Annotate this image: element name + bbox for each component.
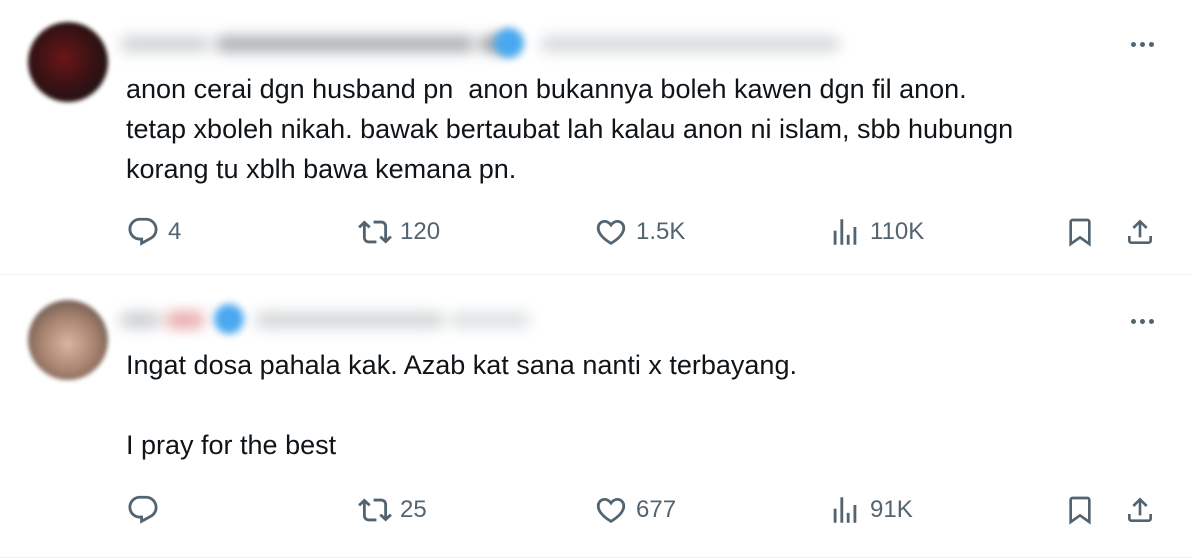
repost-count: 25 <box>400 496 427 523</box>
views-button[interactable]: 110K <box>828 212 924 252</box>
verified-badge-icon <box>494 28 524 58</box>
views-button[interactable]: 91K <box>828 490 913 530</box>
views-icon <box>833 219 857 245</box>
tweet: Ingat dosa pahala kak. Azab kat sana nan… <box>0 275 1192 558</box>
repost-icon <box>358 498 392 522</box>
share-icon <box>1128 497 1152 522</box>
reply-button[interactable]: 4 <box>126 212 181 252</box>
reply-icon <box>128 217 158 246</box>
tweet-text: anon cerai dgn husband pn anon bukannya … <box>126 74 1014 184</box>
reply-icon <box>128 495 158 524</box>
like-count: 1.5K <box>636 218 686 245</box>
repost-button[interactable]: 120 <box>358 212 440 252</box>
views-count: 91K <box>870 496 913 523</box>
tweet: anon cerai dgn husband pn anon bukannya … <box>0 0 1192 275</box>
reply-button[interactable] <box>126 490 168 530</box>
views-count: 110K <box>870 218 925 245</box>
like-count: 677 <box>636 496 677 523</box>
more-options-icon[interactable] <box>1126 311 1158 331</box>
like-button[interactable]: 1.5K <box>594 212 685 252</box>
share-button[interactable] <box>1124 490 1156 530</box>
action-bar: 25 677 91K <box>0 490 1192 530</box>
share-button[interactable] <box>1124 212 1156 252</box>
share-icon <box>1128 219 1152 244</box>
more-options-icon[interactable] <box>1126 34 1158 54</box>
author-header-redacted <box>120 304 540 334</box>
author-header-redacted <box>120 28 840 58</box>
verified-badge-icon <box>214 304 244 334</box>
avatar[interactable] <box>28 22 108 102</box>
bookmark-button[interactable] <box>1064 490 1096 530</box>
like-button[interactable]: 677 <box>594 490 676 530</box>
heart-icon <box>596 497 626 523</box>
bookmark-button[interactable] <box>1064 212 1096 252</box>
repost-button[interactable]: 25 <box>358 490 427 530</box>
bookmark-icon <box>1069 218 1091 247</box>
bookmark-icon <box>1069 496 1091 525</box>
repost-count: 120 <box>400 218 441 245</box>
action-bar: 4 120 1.5K 110K <box>0 212 1192 252</box>
tweet-text: Ingat dosa pahala kak. Azab kat sana nan… <box>126 350 797 460</box>
repost-icon <box>358 220 392 244</box>
avatar[interactable] <box>28 300 108 380</box>
heart-icon <box>596 219 626 245</box>
views-icon <box>833 497 857 523</box>
reply-count: 4 <box>168 218 182 245</box>
